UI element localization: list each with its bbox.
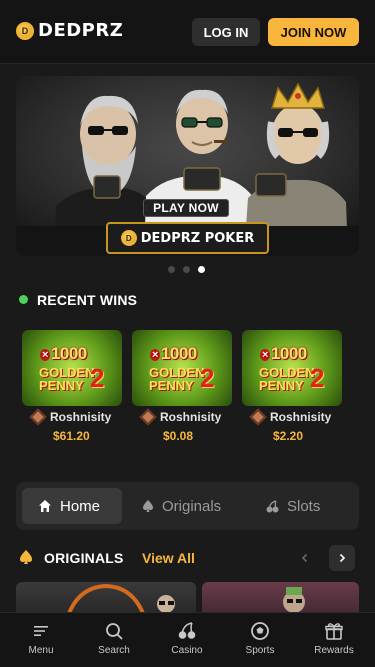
winner: Roshnisity xyxy=(249,408,332,426)
soccer-ball-icon xyxy=(251,622,269,640)
nav-casino[interactable]: Casino xyxy=(157,621,217,656)
spade-icon xyxy=(143,500,153,512)
carousel-next-button[interactable] xyxy=(329,545,355,571)
bottom-navigation: Menu Search Casino Sports Rewards xyxy=(0,612,375,667)
nav-label: Menu xyxy=(28,645,54,656)
poker-brand-text: DEDPRZ POKER xyxy=(140,230,255,246)
recent-wins-title: RECENT WINS xyxy=(37,292,138,308)
tab-slots[interactable]: Slots xyxy=(266,488,320,524)
originals-title: ORIGINALS xyxy=(44,550,124,566)
dedprz-poker-badge: D DEDPRZ POKER xyxy=(106,222,269,254)
cherry-icon xyxy=(178,622,196,639)
tab-label: Originals xyxy=(162,497,222,515)
nav-label: Rewards xyxy=(314,645,354,656)
logo[interactable]: D DEDPRZ xyxy=(16,20,123,41)
spade-icon xyxy=(20,550,32,564)
nav-sports[interactable]: Sports xyxy=(230,621,290,656)
winner: Roshnisity xyxy=(139,408,222,426)
game-thumbnail[interactable]: × 1000 GOLDEN PENNY 2 xyxy=(22,330,122,406)
game-thumbnail[interactable]: × 1000 GOLDEN PENNY 2 xyxy=(132,330,232,406)
home-icon xyxy=(39,500,51,512)
logo-coin-icon: D xyxy=(16,21,34,40)
login-button[interactable]: LOG IN xyxy=(192,18,260,46)
tab-label: Home xyxy=(60,497,101,515)
chevron-right-icon xyxy=(339,553,346,563)
game-number: 2 xyxy=(90,363,105,393)
game-thumbnail[interactable]: × 1000 GOLDEN PENNY 2 xyxy=(242,330,342,406)
nav-search[interactable]: Search xyxy=(84,621,144,656)
game-multiplier: × 1000 xyxy=(260,344,307,363)
nav-rewards[interactable]: Rewards xyxy=(304,621,364,656)
winner-name: Roshnisity xyxy=(160,410,222,424)
carousel-dot[interactable] xyxy=(168,266,175,273)
game-multiplier: × 1000 xyxy=(150,344,197,363)
cherry-icon xyxy=(266,499,279,512)
game-title: GOLDEN PENNY xyxy=(39,365,95,393)
game-title: GOLDEN PENNY xyxy=(259,365,315,393)
menu-icon xyxy=(34,626,48,636)
carousel-prev-button[interactable] xyxy=(292,545,318,571)
tab-home[interactable]: Home xyxy=(22,488,122,524)
game-number: 2 xyxy=(200,363,215,393)
recent-win-card[interactable]: × 1000 GOLDEN PENNY 2 Roshnisity $0.08 xyxy=(132,330,234,446)
top-header: D DEDPRZ LOG IN JOIN NOW xyxy=(0,0,375,64)
rank-badge-icon xyxy=(139,408,157,426)
logo-text: DEDPRZ xyxy=(38,20,124,41)
rank-badge-icon xyxy=(249,408,267,426)
winner-name: Roshnisity xyxy=(50,410,112,424)
view-all-link[interactable]: View All xyxy=(142,550,195,566)
win-amount: $2.20 xyxy=(273,429,304,443)
winner-name: Roshnisity xyxy=(270,410,332,424)
nav-label: Sports xyxy=(245,645,275,656)
game-title: GOLDEN PENNY xyxy=(149,365,205,393)
tab-label: Slots xyxy=(287,497,321,515)
rank-badge-icon xyxy=(29,408,47,426)
category-tabs: Home Originals Slots xyxy=(16,482,359,530)
carousel-dot-active[interactable] xyxy=(198,266,205,273)
nav-label: Casino xyxy=(171,645,203,656)
win-amount: $0.08 xyxy=(163,429,194,443)
nav-label: Search xyxy=(98,645,130,656)
join-now-button[interactable]: JOIN NOW xyxy=(268,18,359,46)
nav-menu[interactable]: Menu xyxy=(11,621,71,656)
tab-originals[interactable]: Originals xyxy=(142,488,221,524)
recent-win-card[interactable]: × 1000 GOLDEN PENNY 2 Roshnisity $61.20 xyxy=(22,330,124,446)
recent-win-card[interactable]: × 1000 GOLDEN PENNY 2 Roshnisity $2.20 xyxy=(242,330,344,446)
coin-icon: D xyxy=(120,230,137,246)
carousel-dot[interactable] xyxy=(183,266,190,273)
game-multiplier: × 1000 xyxy=(40,344,87,363)
play-now-button[interactable]: PLAY NOW xyxy=(143,199,229,217)
game-number: 2 xyxy=(310,363,325,393)
chevron-left-icon xyxy=(301,553,308,563)
win-amount: $61.20 xyxy=(53,429,90,443)
gift-icon xyxy=(325,623,343,640)
search-icon xyxy=(106,623,123,640)
carousel-dots xyxy=(168,266,205,273)
live-indicator-icon xyxy=(19,295,28,304)
winner: Roshnisity xyxy=(29,408,112,426)
